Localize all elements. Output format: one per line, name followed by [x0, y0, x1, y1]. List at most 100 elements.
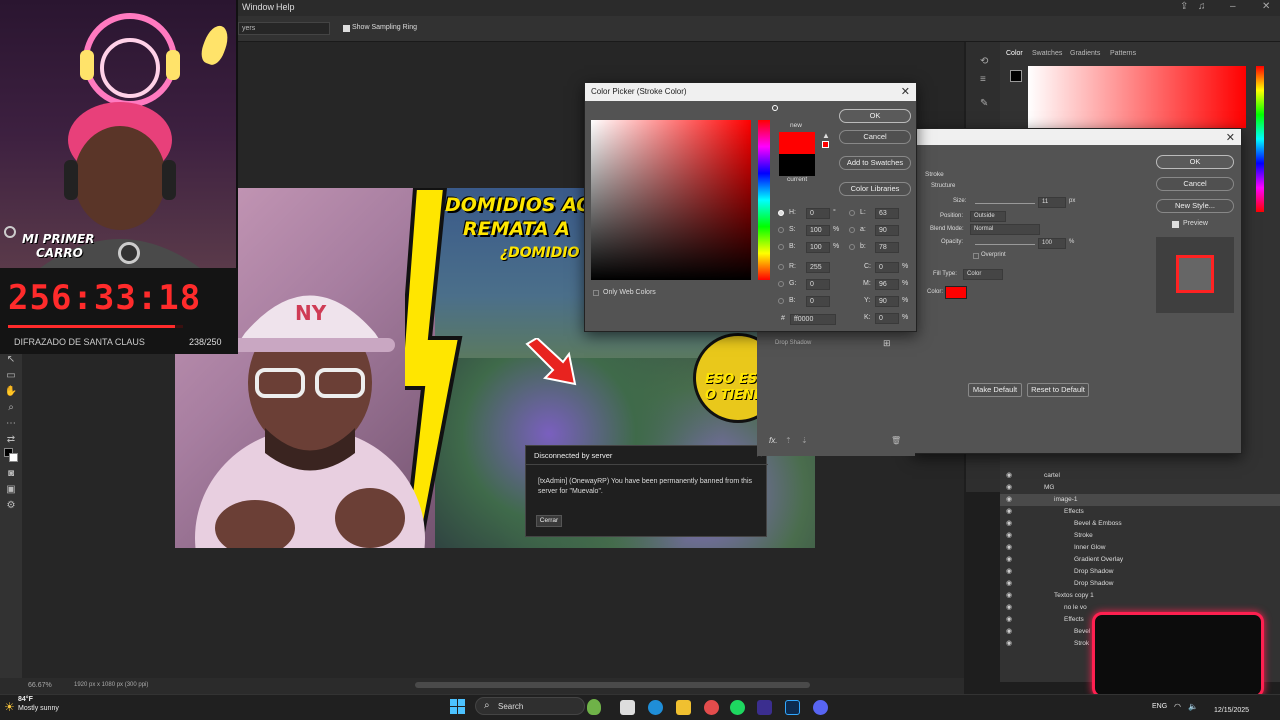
history-icon[interactable]: ⟲ — [980, 56, 988, 67]
canvas-scrollbar-h[interactable] — [415, 682, 810, 688]
lab-b-field[interactable]: 78 — [875, 242, 899, 253]
new-style-button[interactable]: New Style... — [1156, 199, 1234, 213]
discord-icon[interactable] — [813, 700, 828, 715]
layer-row[interactable]: ◉ Drop Shadow — [1000, 566, 1280, 578]
volume-icon[interactable]: 🔈 — [1188, 702, 1198, 711]
weather-widget[interactable]: 84°F Mostly sunny — [18, 695, 59, 713]
fill-type-select[interactable]: Color — [963, 269, 1003, 280]
layer-row[interactable]: ◉ MG — [1000, 482, 1280, 494]
weather-sun-icon[interactable]: ☀ — [4, 700, 15, 714]
reset-default-button[interactable]: Reset to Default — [1027, 383, 1089, 397]
language-indicator[interactable]: ENG — [1152, 703, 1167, 710]
hue-radio[interactable] — [778, 210, 784, 216]
visibility-eye-icon[interactable]: ◉ — [1006, 591, 1012, 599]
current-color-swatch[interactable] — [779, 154, 815, 176]
color-picker-ok-button[interactable]: OK — [839, 109, 911, 123]
layer-style-cancel-button[interactable]: Cancel — [1156, 177, 1234, 191]
saturation-radio[interactable] — [778, 227, 784, 233]
zoom-tool-icon[interactable]: ⌕ — [4, 402, 18, 414]
h-field[interactable]: 0 — [806, 208, 830, 219]
m-field[interactable]: 96 — [875, 279, 899, 290]
chrome-icon[interactable] — [704, 700, 719, 715]
visibility-eye-icon[interactable]: ◉ — [1006, 519, 1012, 527]
tab-color[interactable]: Color — [1006, 50, 1023, 57]
layer-row[interactable]: ◉ Gradient Overlay — [1000, 554, 1280, 566]
move-tool-icon[interactable]: ↖ — [4, 354, 18, 366]
panel-fg-swatch[interactable] — [1010, 70, 1022, 82]
opacity-field[interactable]: 100 — [1038, 238, 1066, 249]
brightness-radio[interactable] — [778, 244, 784, 250]
layer-style-ok-button[interactable]: OK — [1156, 155, 1234, 169]
fx-icon[interactable]: fx. — [769, 436, 777, 445]
sampling-ring-checkbox[interactable] — [343, 25, 350, 32]
swap-colors-icon[interactable]: ⇄ — [4, 434, 18, 446]
hand-tool-icon[interactable]: ✋ — [4, 386, 18, 398]
size-slider[interactable] — [975, 203, 1035, 204]
share-icon[interactable]: ⇪ — [1180, 1, 1188, 12]
hue-bar[interactable] — [758, 120, 770, 280]
layer-row[interactable]: ◉ Textos copy 1 — [1000, 590, 1280, 602]
color-libraries-button[interactable]: Color Libraries — [839, 182, 911, 196]
visibility-eye-icon[interactable]: ◉ — [1006, 579, 1012, 587]
green-radio[interactable] — [778, 281, 784, 287]
l-field[interactable]: 63 — [875, 208, 899, 219]
layer-row[interactable]: ◉ Inner Glow — [1000, 542, 1280, 554]
more-tools-icon[interactable]: ⋯ — [4, 418, 18, 430]
taskbar-search[interactable]: ⌕ Search — [475, 697, 585, 715]
visibility-eye-icon[interactable]: ◉ — [1006, 531, 1012, 539]
file-explorer-icon[interactable] — [676, 700, 691, 715]
edge-icon[interactable] — [648, 700, 663, 715]
y-field[interactable]: 90 — [875, 296, 899, 307]
gamut-swatch[interactable] — [822, 141, 829, 148]
visibility-eye-icon[interactable]: ◉ — [1006, 639, 1012, 647]
menu-help[interactable]: Help — [276, 2, 295, 12]
layer-row[interactable]: ◉ Drop Shadow — [1000, 578, 1280, 590]
l-radio[interactable] — [849, 210, 855, 216]
add-style-icon[interactable]: ⊞ — [883, 338, 891, 349]
task-view-icon[interactable] — [620, 700, 635, 715]
properties-icon[interactable]: ≡ — [980, 74, 986, 85]
gamut-warning-icon[interactable]: ▲ — [822, 131, 830, 140]
sample-layers-select[interactable]: yers — [238, 22, 330, 35]
stroke-color-swatch[interactable] — [945, 286, 967, 299]
document-info[interactable]: 1920 px x 1080 px (300 ppi) — [74, 682, 148, 688]
opacity-slider[interactable] — [975, 244, 1035, 245]
minimize-icon[interactable]: – — [1230, 1, 1236, 12]
blend-mode-select[interactable]: Normal — [970, 224, 1040, 235]
visibility-eye-icon[interactable]: ◉ — [1006, 507, 1012, 515]
photoshop-icon[interactable] — [785, 700, 800, 715]
blue-field[interactable]: 0 — [806, 296, 830, 307]
add-to-swatches-button[interactable]: Add to Swatches — [839, 156, 911, 170]
visibility-eye-icon[interactable]: ◉ — [1006, 483, 1012, 491]
search-highlight-icon[interactable] — [587, 699, 601, 715]
hue-slider[interactable] — [1256, 66, 1264, 212]
screen-mode-icon[interactable]: ▣ — [4, 484, 18, 496]
preview-checkbox[interactable] — [1172, 221, 1179, 228]
red-radio[interactable] — [778, 264, 784, 270]
quick-mask-icon[interactable]: ◙ — [4, 468, 18, 480]
size-field[interactable]: 11 — [1038, 197, 1066, 208]
tab-gradients[interactable]: Gradients — [1070, 50, 1100, 57]
hex-field[interactable]: ff0000 — [790, 314, 836, 325]
zoom-level[interactable]: 66.67% — [28, 682, 52, 689]
background-color-swatch[interactable] — [9, 453, 18, 462]
visibility-eye-icon[interactable]: ◉ — [1006, 555, 1012, 563]
spotify-icon[interactable] — [730, 700, 745, 715]
position-select[interactable]: Outside — [970, 211, 1006, 222]
drop-shadow-style-item[interactable]: Drop Shadow — [775, 340, 811, 346]
wifi-icon[interactable]: ◠ — [1174, 702, 1181, 711]
overprint-checkbox[interactable] — [973, 253, 979, 259]
move-up-icon[interactable]: ⇡ — [785, 436, 792, 445]
layer-style-close-icon[interactable]: ✕ — [1226, 131, 1235, 144]
c-field[interactable]: 0 — [875, 262, 899, 273]
tab-swatches[interactable]: Swatches — [1032, 50, 1062, 57]
color-picker-cancel-button[interactable]: Cancel — [839, 130, 911, 144]
media-encoder-icon[interactable] — [757, 700, 772, 715]
layer-row[interactable]: ◉ cartel — [1000, 470, 1280, 482]
r-field[interactable]: 255 — [806, 262, 830, 273]
b-field[interactable]: 100 — [806, 242, 830, 253]
g-field[interactable]: 0 — [806, 279, 830, 290]
saturation-brightness-field[interactable] — [591, 120, 751, 280]
move-down-icon[interactable]: ⇣ — [801, 436, 808, 445]
color-picker-close-icon[interactable]: ✕ — [901, 85, 910, 98]
